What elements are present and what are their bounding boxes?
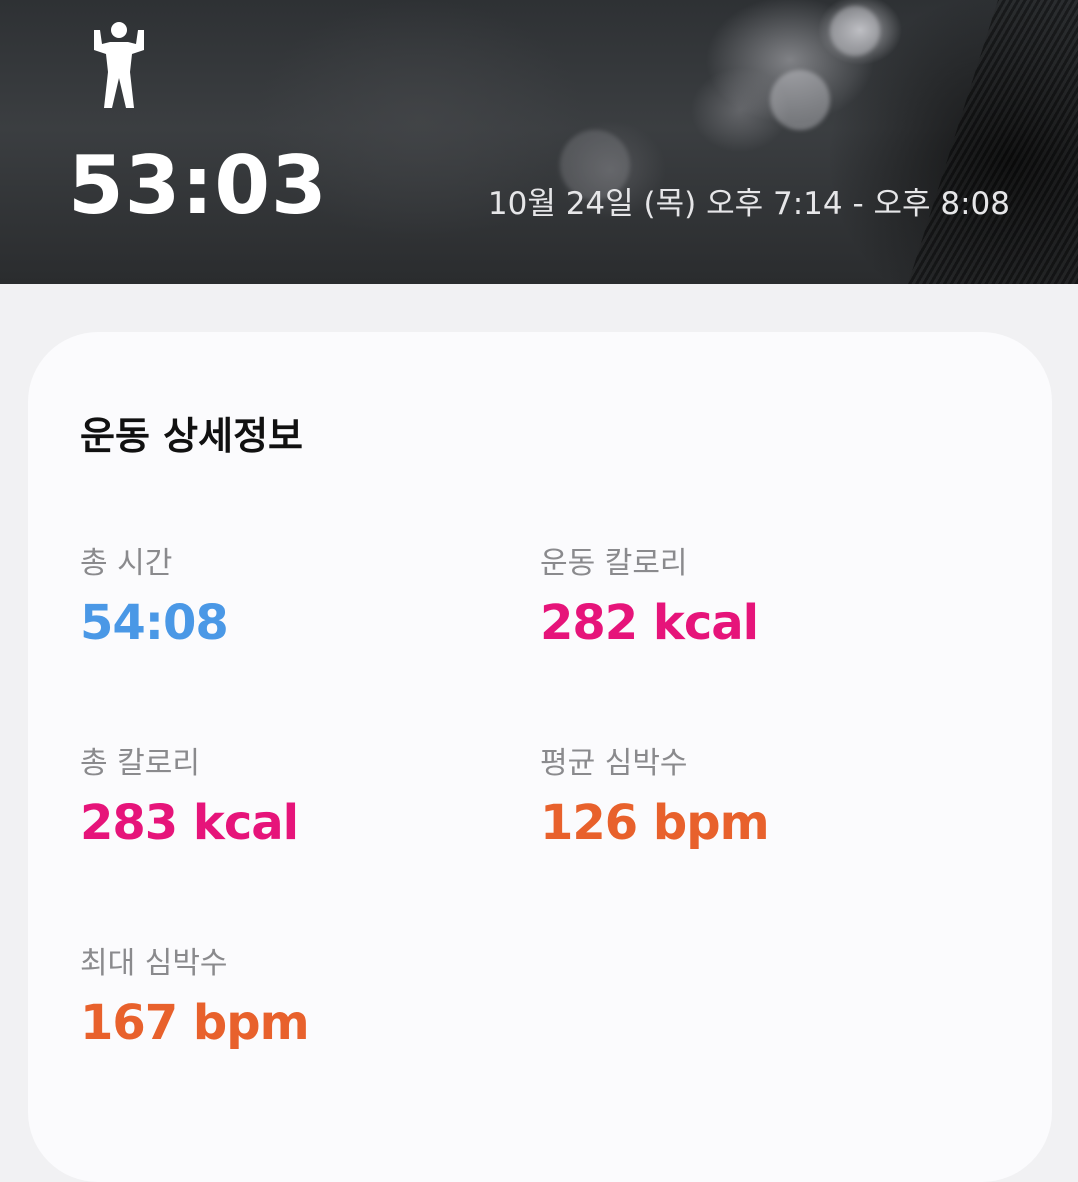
metric-label: 평균 심박수 bbox=[540, 746, 688, 781]
background-bokeh bbox=[770, 70, 830, 130]
metric-value: 167 bpm bbox=[80, 995, 310, 1051]
metric-total-time: 총 시간 54:08 bbox=[80, 544, 520, 652]
metric-workout-calories: 운동 칼로리 282 kcal bbox=[540, 544, 980, 652]
person-flexing-icon bbox=[94, 22, 144, 108]
metric-avg-heart-rate: 평균 심박수 126 bpm bbox=[540, 744, 980, 852]
metric-label: 운동 칼로리 bbox=[540, 546, 688, 581]
metric-label: 총 칼로리 bbox=[80, 746, 200, 781]
metric-value: 54:08 bbox=[80, 595, 229, 651]
background-texture bbox=[908, 0, 1078, 284]
background-bokeh bbox=[830, 6, 880, 56]
metric-value: 283 kcal bbox=[80, 795, 299, 851]
metric-value: 282 kcal bbox=[540, 595, 759, 651]
metric-label: 총 시간 bbox=[80, 546, 173, 581]
card-title: 운동 상세정보 bbox=[80, 414, 303, 458]
workout-details-card: 운동 상세정보 총 시간 54:08 운동 칼로리 282 kcal 총 칼로리… bbox=[28, 332, 1052, 1182]
workout-duration: 53:03 bbox=[68, 139, 328, 232]
workout-time-range: 10월 24일 (목) 오후 7:14 - 오후 8:08 bbox=[487, 186, 1010, 222]
workout-header: 53:03 10월 24일 (목) 오후 7:14 - 오후 8:08 bbox=[0, 0, 1078, 284]
metric-label: 최대 심박수 bbox=[80, 946, 228, 981]
metric-value: 126 bpm bbox=[540, 795, 770, 851]
metric-max-heart-rate: 최대 심박수 167 bpm bbox=[80, 944, 520, 1052]
metric-total-calories: 총 칼로리 283 kcal bbox=[80, 744, 520, 852]
